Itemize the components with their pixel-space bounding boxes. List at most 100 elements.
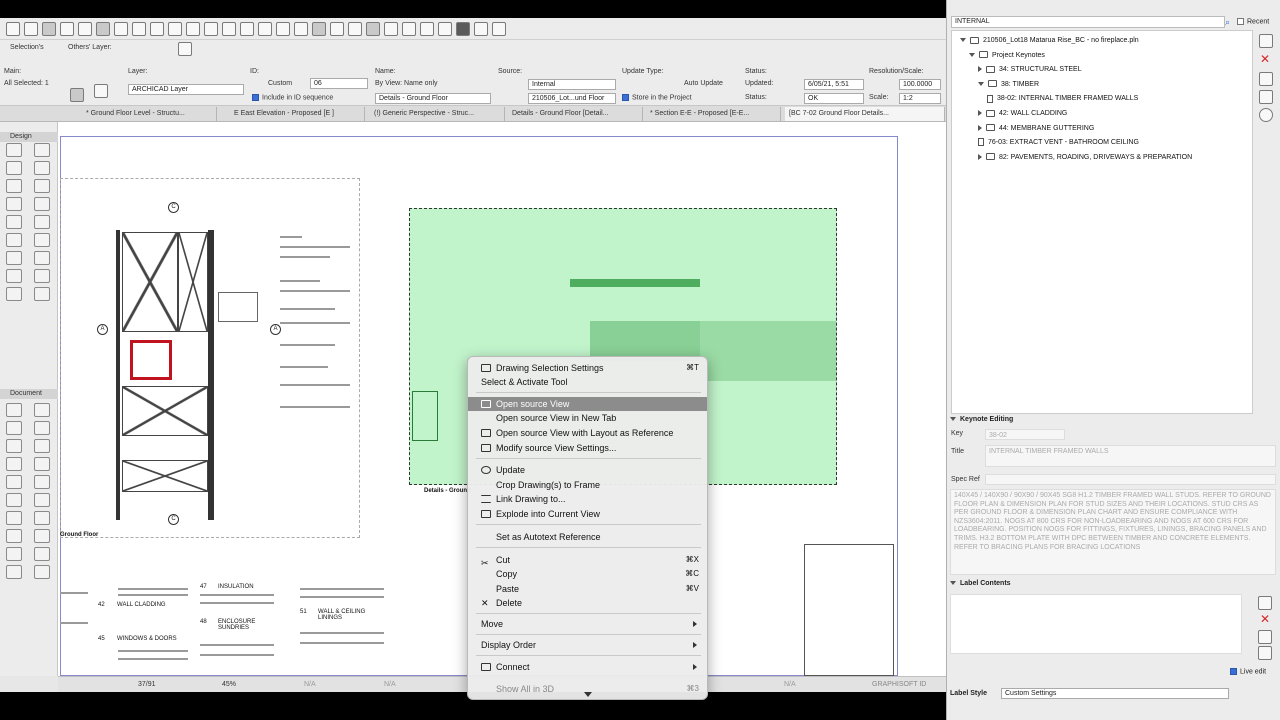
tool-icon[interactable] [34,421,50,435]
keynote-search-input[interactable]: INTERNAL [951,16,1225,28]
split-icon[interactable] [294,21,308,36]
remove-red-x-icon[interactable]: ✕ [1260,612,1270,626]
name-field[interactable]: Details - Ground Floor [375,93,491,104]
undo-icon[interactable] [6,21,20,36]
resolution-field[interactable]: 100.0000 [899,79,941,90]
zoom-indicator[interactable]: 45% [222,677,236,692]
tree-item[interactable]: 38: TIMBER [978,78,1039,92]
tool-icon[interactable] [34,547,50,561]
title-field[interactable]: INTERNAL TIMBER FRAMED WALLS [985,445,1276,467]
house-icon[interactable] [402,21,416,36]
label-style-select[interactable]: Custom Settings [1001,688,1229,699]
tab-details-ground-floor[interactable]: Details - Ground Floor [Detail... [508,107,643,121]
redo-icon[interactable] [24,21,38,36]
tool-icon[interactable] [34,233,50,247]
tool-icon[interactable] [6,511,22,525]
tab-ground-floor-level[interactable]: * Ground Floor Level - Structu... [82,107,217,121]
mirror-icon[interactable] [240,21,254,36]
grid-icon[interactable] [132,21,146,36]
tool-icon[interactable] [6,457,22,471]
pill-icon[interactable] [1258,630,1272,644]
menu-item-move[interactable]: Move [468,617,707,631]
tree-item[interactable]: 42: WALL CLADDING [978,107,1067,121]
key-field[interactable]: 38-02 [985,429,1065,440]
tool-icon[interactable] [6,179,22,193]
tool-icon[interactable] [6,143,22,157]
tree-item[interactable]: 210506_Lot18 Matarua Rise_BC - no firepl… [960,34,1139,48]
tool-icon[interactable] [6,251,22,265]
menu-item-paste[interactable]: Paste ⌘V [468,582,707,596]
favorite-star-icon[interactable] [366,21,380,36]
disclosure-triangle-icon[interactable] [969,52,975,57]
store-in-project-checkbox[interactable]: Store in the Project [622,94,692,101]
tree-item[interactable]: 82: PAVEMENTS, ROADING, DRIVEWAYS & PREP… [978,151,1192,165]
snap-guide-icon[interactable] [96,21,110,36]
design-section-header[interactable]: Design [0,132,58,142]
drawing-settings-icon[interactable] [94,84,108,98]
view-map-icon[interactable] [474,21,488,36]
disclosure-triangle-icon[interactable] [978,124,982,131]
tool-icon[interactable] [6,269,22,283]
tab-section-e-e[interactable]: * Section E-E - Proposed [E-E... [646,107,781,121]
publisher-icon[interactable] [456,21,470,36]
menu-item-delete[interactable]: ✕ Delete [468,596,707,610]
tree-item[interactable]: 44: MEMBRANE GUTTERING [978,122,1094,136]
tree-item[interactable]: 34: STRUCTURAL STEEL [978,63,1082,77]
menu-item-update[interactable]: Update [468,463,707,477]
tool-icon[interactable] [34,143,50,157]
source-path-field[interactable]: 210506_Lot...und Floor [528,93,616,104]
floor-plan-icon[interactable] [384,21,398,36]
description-field[interactable]: 140X45 / 140X90 / 90X90 / 90X45 SG8 H1.2… [950,489,1276,575]
menu-item-crop-drawing[interactable]: Crop Drawing(s) to Frame [468,478,707,492]
pointer-icon[interactable] [42,21,56,36]
tab-bc-ground-floor-details[interactable]: [BC 7-02 Ground Floor Details... [785,107,945,121]
source-field[interactable]: Internal [528,79,616,90]
tool-icon[interactable] [6,439,22,453]
pen-icon[interactable] [348,21,362,36]
selection-shape-icon[interactable] [70,88,84,102]
import-icon[interactable] [1259,72,1273,86]
tool-icon[interactable] [6,233,22,247]
stretch-icon[interactable] [276,21,290,36]
menu-item-copy[interactable]: Copy ⌘C [468,567,707,581]
menu-item-link-drawing[interactable]: Link Drawing to... [468,492,707,506]
tool-icon[interactable] [34,269,50,283]
tool-icon[interactable] [34,197,50,211]
tree-item[interactable]: Project Keynotes [969,49,1045,63]
section-icon[interactable] [420,21,434,36]
3d-view-icon[interactable] [330,21,344,36]
menu-item-open-source-view[interactable]: Open source View [468,397,707,411]
label-contents-list[interactable] [950,594,1242,654]
eyedropper-icon[interactable] [78,21,92,36]
menu-item-display-order[interactable]: Display Order [468,638,707,652]
tab-generic-perspective[interactable]: (!) Generic Perspective - Struc... [370,107,505,121]
layer-icon[interactable] [168,21,182,36]
disclosure-triangle-icon[interactable] [978,153,982,160]
delete-red-x-icon[interactable]: ✕ [1260,52,1270,66]
menu-item-explode-into-view[interactable]: Explode into Current View [468,507,707,521]
menu-item-open-source-view-new-tab[interactable]: Open source View in New Tab [468,411,707,425]
graphisoft-id-label[interactable]: GRAPHISOFT ID [872,677,926,692]
disclosure-triangle-icon[interactable] [978,81,984,86]
tool-icon[interactable] [6,493,22,507]
tool-icon[interactable] [34,215,50,229]
align-icon[interactable] [204,21,218,36]
document-section-header[interactable]: Document [0,389,58,399]
id-field[interactable]: 06 [310,78,368,89]
menu-item-cut[interactable]: ✂ Cut ⌘X [468,553,707,568]
include-id-checkbox[interactable]: Include in ID sequence [252,94,333,101]
tool-icon[interactable] [34,475,50,489]
tool-icon[interactable] [34,565,50,579]
update-type-select[interactable]: Auto Update [684,80,723,87]
tool-icon[interactable] [34,287,50,301]
spec-ref-field[interactable] [985,474,1276,485]
reload-icon[interactable] [178,42,192,56]
menu-item-set-autotext-reference[interactable]: Set as Autotext Reference [468,530,707,544]
search-icon[interactable]: ⌕ [1225,17,1230,28]
tool-icon[interactable] [6,161,22,175]
label-contents-header[interactable]: Label Contents [950,578,1280,590]
tool-icon[interactable] [6,475,22,489]
scale-field[interactable]: 1:2 [899,93,941,104]
name-mode-select[interactable]: By View: Name only [375,80,438,87]
magic-wand-icon[interactable] [60,21,74,36]
